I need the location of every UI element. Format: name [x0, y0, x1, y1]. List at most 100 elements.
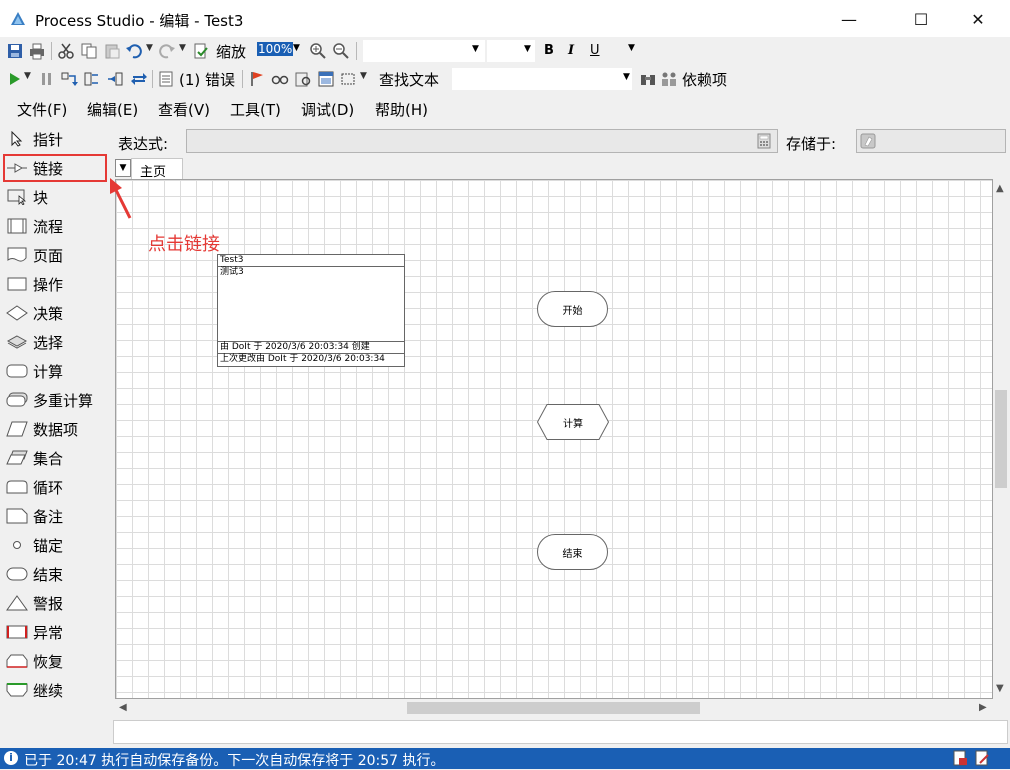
- tool-label: 决策: [33, 304, 64, 323]
- scroll-down-icon[interactable]: ▼: [996, 683, 1004, 694]
- tool-page[interactable]: 页面: [6, 242, 106, 268]
- select-dropdown-icon[interactable]: ▼: [360, 71, 367, 81]
- canvas-vertical-scrollbar[interactable]: ▲ ▼: [993, 179, 1009, 699]
- bold-button[interactable]: B: [544, 43, 554, 58]
- tool-note[interactable]: 备注: [6, 503, 106, 529]
- process-canvas[interactable]: Test3 测试3 由 DoIt 于 2020/3/6 20:03:34 创建 …: [115, 179, 993, 699]
- text-color-combo[interactable]: ▼: [608, 40, 642, 62]
- canvas-horizontal-scrollbar[interactable]: ◀ ▶: [115, 699, 993, 717]
- note-icon: [6, 508, 28, 524]
- select-area-icon[interactable]: [339, 70, 357, 88]
- errors-button[interactable]: (1) 错误: [179, 69, 235, 90]
- zoom-in-icon[interactable]: [309, 42, 327, 60]
- scroll-right-icon[interactable]: ▶: [979, 702, 987, 713]
- end-stage[interactable]: 结束: [537, 534, 608, 570]
- process-icon: [7, 218, 27, 234]
- print-icon[interactable]: [28, 42, 46, 60]
- tool-action[interactable]: 操作: [6, 271, 106, 297]
- zoom-out-icon[interactable]: [332, 42, 350, 60]
- copy-icon[interactable]: [80, 42, 98, 60]
- italic-button[interactable]: I: [568, 43, 574, 58]
- undo-icon[interactable]: [125, 42, 143, 60]
- errors-list-icon[interactable]: [157, 70, 175, 88]
- tool-exception[interactable]: 异常: [6, 619, 106, 645]
- text-color-dropdown-icon: ▼: [628, 43, 635, 53]
- underline-button[interactable]: U: [590, 43, 600, 58]
- scroll-up-icon[interactable]: ▲: [996, 183, 1004, 194]
- tool-recover[interactable]: 恢复: [6, 648, 106, 674]
- status-edit-icon[interactable]: [974, 750, 990, 766]
- menu-file[interactable]: 文件(F): [17, 99, 67, 120]
- pause-icon[interactable]: [38, 70, 56, 88]
- menu-help[interactable]: 帮助(H): [375, 99, 428, 120]
- calculation-stage-label: 计算: [563, 418, 583, 430]
- reset-icon[interactable]: [130, 70, 148, 88]
- menu-view[interactable]: 查看(V): [158, 99, 210, 120]
- tool-anchor[interactable]: 锚定: [6, 532, 106, 558]
- step-out-icon[interactable]: [106, 70, 124, 88]
- vertical-scroll-thumb[interactable]: [995, 390, 1007, 488]
- dependencies-icon[interactable]: [660, 70, 678, 88]
- validate-icon[interactable]: [192, 42, 210, 60]
- tool-label: 循环: [33, 478, 64, 497]
- bottom-text-field[interactable]: [113, 720, 1008, 744]
- redo-icon[interactable]: [158, 42, 176, 60]
- paste-icon[interactable]: [103, 42, 121, 60]
- step-icon[interactable]: [60, 70, 78, 88]
- process-created: 由 DoIt 于 2020/3/6 20:03:34 创建: [218, 342, 404, 354]
- tab-main-page[interactable]: 主页: [131, 158, 183, 180]
- tool-end[interactable]: 结束: [6, 561, 106, 587]
- menu-edit[interactable]: 编辑(E): [87, 99, 138, 120]
- tool-process[interactable]: 流程: [6, 213, 106, 239]
- calculator-icon[interactable]: [757, 133, 771, 149]
- horizontal-scroll-thumb[interactable]: [407, 702, 700, 714]
- run-dropdown-icon[interactable]: ▼: [24, 71, 31, 81]
- run-icon[interactable]: [6, 70, 24, 88]
- pointer-icon: [11, 131, 23, 147]
- menu-debug[interactable]: 调试(D): [301, 99, 354, 120]
- undo-dropdown-icon[interactable]: ▼: [146, 43, 153, 53]
- tool-block[interactable]: 块: [6, 184, 106, 210]
- page-list-dropdown[interactable]: ▼: [115, 159, 131, 177]
- step-over-icon[interactable]: [83, 70, 101, 88]
- tool-decision[interactable]: 决策: [6, 300, 106, 326]
- store-in-field[interactable]: [856, 129, 1006, 153]
- status-page-icon[interactable]: [952, 750, 968, 766]
- maximize-button[interactable]: ☐: [898, 0, 944, 38]
- start-stage[interactable]: 开始: [537, 291, 608, 327]
- tool-calculation[interactable]: 计算: [6, 358, 106, 384]
- tool-alert[interactable]: 警报: [6, 590, 106, 616]
- choice-icon: [6, 335, 28, 349]
- tool-label: 操作: [33, 275, 64, 294]
- font-family-combo[interactable]: ▼: [363, 40, 485, 62]
- dependencies-button[interactable]: 依赖项: [682, 69, 727, 90]
- tool-multi-calculation[interactable]: 多重计算: [6, 387, 106, 413]
- tool-choice[interactable]: 选择: [6, 329, 106, 355]
- watch-icon[interactable]: [271, 70, 289, 88]
- process-modified: 上次更改由 DoIt 于 2020/3/6 20:03:34: [220, 354, 385, 364]
- zoom-dropdown-icon: ▼: [293, 43, 300, 53]
- save-icon[interactable]: [6, 42, 24, 60]
- tool-collection[interactable]: 集合: [6, 445, 106, 471]
- cut-icon[interactable]: [57, 42, 75, 60]
- flag-icon[interactable]: [248, 70, 266, 88]
- tool-loop[interactable]: 循环: [6, 474, 106, 500]
- minimize-button[interactable]: —: [826, 0, 872, 38]
- scroll-left-icon[interactable]: ◀: [119, 702, 127, 713]
- process-info-box[interactable]: Test3 测试3 由 DoIt 于 2020/3/6 20:03:34 创建 …: [217, 254, 405, 367]
- zoom-combo[interactable]: 100% ▼: [255, 40, 303, 62]
- close-button[interactable]: ✕: [955, 0, 1001, 38]
- find-binoculars-icon[interactable]: [639, 70, 657, 88]
- window-layout-icon[interactable]: [317, 70, 335, 88]
- annotation-text: 点击链接: [148, 234, 220, 255]
- redo-dropdown-icon[interactable]: ▼: [179, 43, 186, 53]
- data-explorer-icon[interactable]: [294, 70, 312, 88]
- find-text-input[interactable]: ▼: [452, 68, 632, 90]
- expression-field[interactable]: [186, 129, 778, 153]
- tool-data-item[interactable]: 数据项: [6, 416, 106, 442]
- tool-pointer[interactable]: 指针: [6, 126, 106, 152]
- tool-label: 异常: [33, 623, 64, 642]
- tool-resume[interactable]: 继续: [6, 677, 106, 703]
- menu-tools[interactable]: 工具(T): [230, 99, 281, 120]
- font-size-combo[interactable]: ▼: [487, 40, 535, 62]
